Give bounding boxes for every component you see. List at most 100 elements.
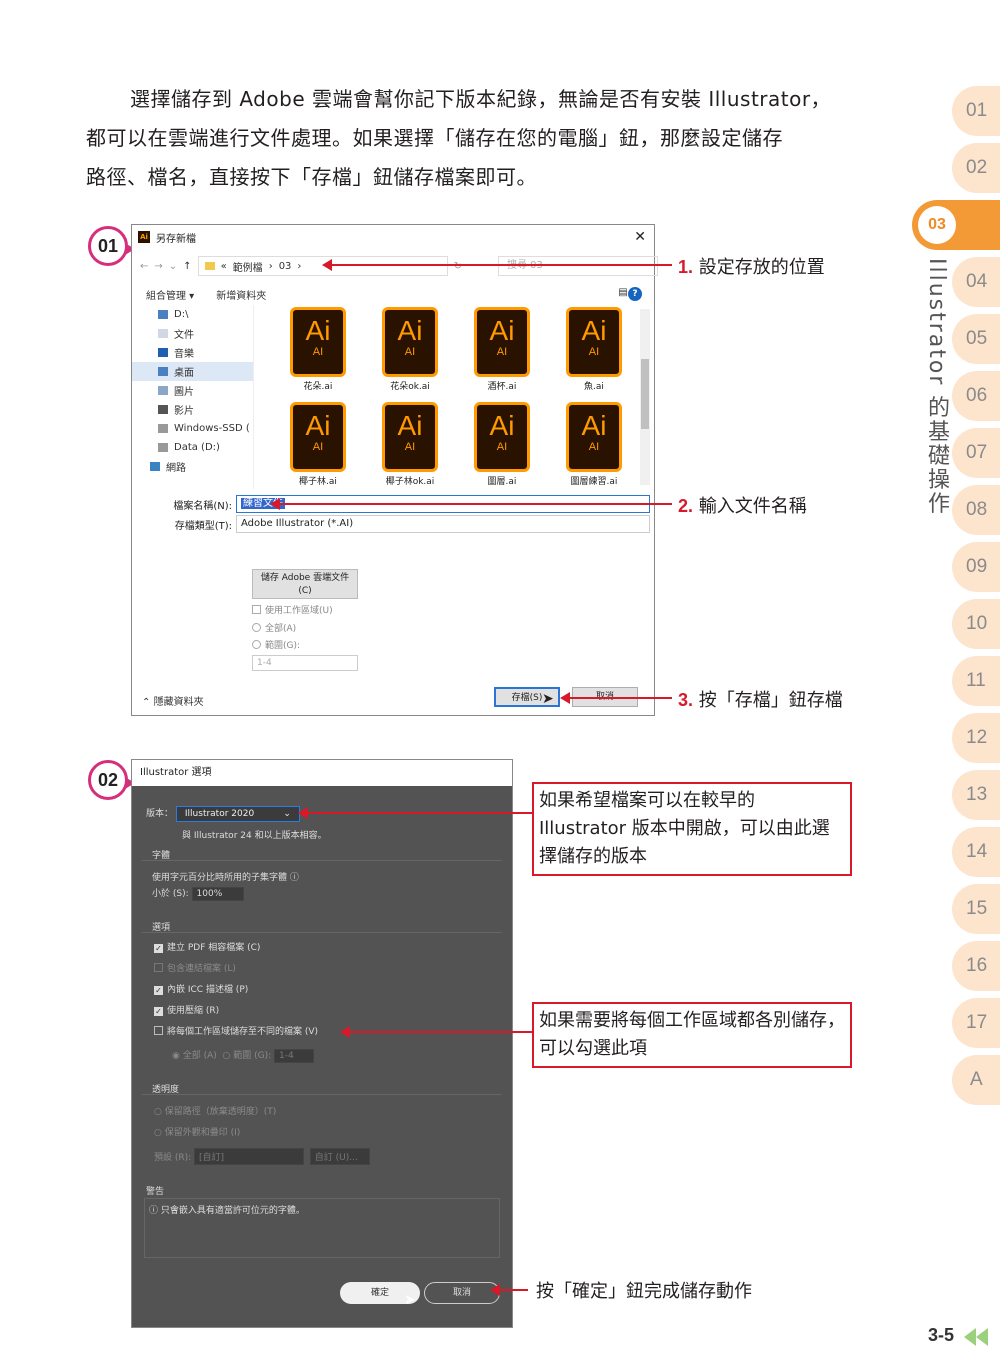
file-item[interactable]: Ai AI 椰子林.ai xyxy=(272,402,364,487)
scroll-thumb[interactable] xyxy=(641,359,649,429)
close-icon[interactable]: ✕ xyxy=(634,229,646,245)
nav-item-d-drive[interactable]: D:\ xyxy=(132,305,253,324)
tab-16[interactable]: 16 xyxy=(952,941,1000,991)
warning-box: ⓘ 只會嵌入具有適當許可位元的字體。 xyxy=(144,1198,500,1258)
file-item[interactable]: Ai AI 椰子林ok.ai xyxy=(364,402,456,487)
filetype-select[interactable]: Adobe Illustrator (*.AI) xyxy=(236,515,650,533)
range-radio[interactable]: 範圍(G): xyxy=(252,638,300,651)
note-artboards: 如果需要將每個工作區域都各別儲存，可以勾選此項 xyxy=(532,1002,852,1068)
include-linked-checkbox[interactable]: 包含連結檔案 (L) xyxy=(154,961,236,974)
pdf-compatible-checkbox[interactable]: ✓ 建立 PDF 相容檔案 (C) xyxy=(154,940,260,953)
new-folder-button[interactable]: 新增資料夾 xyxy=(216,287,266,302)
version-select[interactable]: Illustrator 2020 ⌄ xyxy=(175,806,300,822)
preserve-appearance-radio[interactable]: ○ 保留外觀和疊印 (I) xyxy=(154,1125,240,1138)
tab-13[interactable]: 13 xyxy=(952,770,1000,820)
illustrator-app-icon: Ai xyxy=(138,231,150,243)
save-artboards-separately-checkbox[interactable]: 將每個工作區域儲存至不同的檔案 (V) xyxy=(154,1024,318,1037)
tab-04[interactable]: 04 xyxy=(952,257,1000,307)
tab-a[interactable]: A xyxy=(952,1055,1000,1105)
up-icon[interactable]: ↑ xyxy=(183,261,191,272)
step-badge-01: 01 xyxy=(88,226,135,266)
mouse-cursor-icon: ➤ xyxy=(542,691,554,707)
nav-item-network[interactable]: 網路 xyxy=(132,457,253,476)
file-item[interactable]: Ai AI 魚.ai xyxy=(548,307,640,392)
organize-button[interactable]: 組合管理 ▾ xyxy=(146,287,194,302)
custom-button[interactable]: 自訂 (U)... xyxy=(309,1148,370,1165)
tab-02[interactable]: 02 xyxy=(952,143,1000,193)
file-item[interactable]: Ai AI 花朵.ai xyxy=(272,307,364,392)
artboard-range-input[interactable]: 1-4 xyxy=(274,1049,315,1063)
picture-icon xyxy=(158,386,168,395)
tab-11[interactable]: 11 xyxy=(952,656,1000,706)
tab-07[interactable]: 07 xyxy=(952,428,1000,478)
preset-label: 預設 (R): xyxy=(154,1153,192,1163)
tab-15[interactable]: 15 xyxy=(952,884,1000,934)
option-label: 全部(A) xyxy=(265,624,297,634)
divider xyxy=(142,1094,502,1095)
radio-icon: ○ xyxy=(154,1128,162,1138)
hide-folders-toggle[interactable]: ⌃ 隱藏資料夾 xyxy=(142,693,204,708)
save-cloud-button[interactable]: 儲存 Adobe 雲端文件 (C) xyxy=(252,569,358,599)
file-item[interactable]: Ai AI 圖層.ai xyxy=(456,402,548,487)
cloud-button-label: 儲存 Adobe 雲端文件 xyxy=(260,573,350,583)
tab-03-active[interactable]: 03 xyxy=(912,200,1000,250)
file-item[interactable]: Ai AI 酒杯.ai xyxy=(456,307,548,392)
file-icon-sub: AI xyxy=(588,346,600,358)
forward-icon[interactable]: → xyxy=(154,261,162,272)
tab-09[interactable]: 09 xyxy=(952,542,1000,592)
refresh-icon[interactable]: ↻ xyxy=(454,261,462,272)
nav-item-documents[interactable]: 文件 xyxy=(132,324,253,343)
tab-06[interactable]: 06 xyxy=(952,371,1000,421)
tab-10[interactable]: 10 xyxy=(952,599,1000,649)
tab-05[interactable]: 05 xyxy=(952,314,1000,364)
back-icon[interactable]: ← xyxy=(140,261,148,272)
embed-icc-checkbox[interactable]: ✓ 內嵌 ICC 描述檔 (P) xyxy=(154,982,248,995)
tab-03-label: 03 xyxy=(918,206,956,244)
subset-row: 小於 (S): 100% xyxy=(152,886,244,901)
nav-item-windows-ssd[interactable]: Windows-SSD ( xyxy=(132,419,253,438)
path-folder[interactable]: 範例檔 xyxy=(233,259,263,274)
callout-1: 1. 設定存放的位置 xyxy=(678,253,825,279)
checkbox-checked-icon: ✓ xyxy=(154,1007,163,1016)
file-name: 魚.ai xyxy=(584,382,604,392)
file-item[interactable]: Ai AI 花朵ok.ai xyxy=(364,307,456,392)
nav-item-music[interactable]: 音樂 xyxy=(132,343,253,362)
radio-icon[interactable]: ○ xyxy=(223,1051,231,1061)
use-compression-checkbox[interactable]: ✓ 使用壓縮 (R) xyxy=(154,1003,219,1016)
search-input[interactable]: 搜尋 03 xyxy=(497,256,658,276)
file-icon-sub: AI xyxy=(496,346,508,358)
file-icon-sub: AI xyxy=(588,441,600,453)
cancel-button[interactable]: 取消 xyxy=(424,1282,500,1304)
option-label: 全部 (A) xyxy=(182,1051,217,1061)
nav-label: Windows-SSD ( xyxy=(174,423,250,434)
tab-17[interactable]: 17 xyxy=(952,998,1000,1048)
nav-item-videos[interactable]: 影片 xyxy=(132,400,253,419)
file-scrollbar[interactable] xyxy=(640,309,650,485)
file-item[interactable]: Ai AI 圖層練習.ai xyxy=(548,402,640,487)
checkbox-icon xyxy=(154,963,163,972)
nav-item-desktop[interactable]: 桌面 xyxy=(132,362,253,381)
file-icon-sub: AI xyxy=(404,441,416,453)
compat-note: 與 Illustrator 24 和以上版本相容。 xyxy=(182,831,327,841)
chevron-down-icon[interactable]: ⌄ xyxy=(169,261,177,272)
help-icon[interactable]: ? xyxy=(628,287,642,301)
nav-item-data-d[interactable]: Data (D:) xyxy=(132,438,253,457)
tab-01[interactable]: 01 xyxy=(952,86,1000,136)
nav-label: 網路 xyxy=(166,463,186,474)
callout-3: 3. 按「存檔」鈕存檔 xyxy=(678,686,843,712)
path-sub[interactable]: 03 xyxy=(279,261,292,272)
tab-14[interactable]: 14 xyxy=(952,827,1000,877)
radio-icon[interactable]: ◉ xyxy=(172,1051,180,1061)
tab-12[interactable]: 12 xyxy=(952,713,1000,763)
range-input[interactable]: 1-4 xyxy=(252,655,358,671)
subset-input[interactable]: 100% xyxy=(191,887,244,901)
keep-paths-radio[interactable]: ○ 保留路徑（放棄透明度）(T) xyxy=(154,1104,276,1117)
network-icon xyxy=(150,462,160,471)
nav-item-pictures[interactable]: 圖片 xyxy=(132,381,253,400)
use-artboards-checkbox[interactable]: 使用工作區域(U) xyxy=(252,603,333,616)
tab-08[interactable]: 08 xyxy=(952,485,1000,535)
all-radio[interactable]: 全部(A) xyxy=(252,621,296,634)
preset-select[interactable]: [自訂] xyxy=(194,1148,305,1165)
intro-line-2: 都可以在雲端進行文件處理。如果選擇「儲存在您的電腦」鈕，那麼設定儲存 xyxy=(86,126,783,150)
illustrator-file-icon: Ai AI xyxy=(566,402,622,472)
